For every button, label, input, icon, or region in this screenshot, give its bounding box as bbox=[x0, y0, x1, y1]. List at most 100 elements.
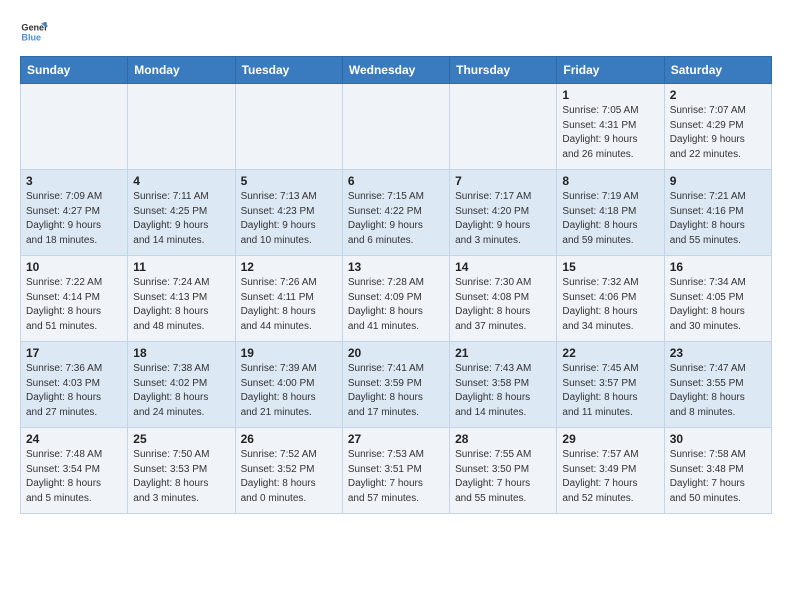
calendar-cell: 4 Sunrise: 7:11 AM Sunset: 4:25 PM Daylig… bbox=[128, 170, 235, 256]
day-info: Sunrise: 7:45 AM Sunset: 3:57 PM Dayligh… bbox=[562, 362, 658, 420]
calendar-cell: 30Sunrise: 7:58 AM Sunset: 3:48 PM Dayli… bbox=[664, 428, 771, 514]
calendar-cell: 1 Sunrise: 7:05 AM Sunset: 4:31 PM Daylig… bbox=[557, 84, 664, 170]
day-number: 28 bbox=[455, 432, 551, 446]
day-info: Sunrise: 7:57 AM Sunset: 3:49 PM Dayligh… bbox=[562, 448, 658, 506]
calendar-cell: 18 Sunrise: 7:38 AM Sunset: 4:02 PM Dayli… bbox=[128, 342, 235, 428]
calendar-cell: 16 Sunrise: 7:34 AM Sunset: 4:05 PM Dayli… bbox=[664, 256, 771, 342]
day-info: Sunrise: 7:21 AM Sunset: 4:16 PM Dayligh… bbox=[670, 190, 766, 248]
day-info: Sunrise: 7:34 AM Sunset: 4:05 PM Dayligh… bbox=[670, 276, 766, 334]
calendar-cell: 21Sunrise: 7:43 AM Sunset: 3:58 PM Dayli… bbox=[450, 342, 557, 428]
day-info: Sunrise: 7:13 AM Sunset: 4:23 PM Dayligh… bbox=[241, 190, 337, 248]
day-number: 16 bbox=[670, 260, 766, 274]
calendar-cell: 5 Sunrise: 7:13 AM Sunset: 4:23 PM Daylig… bbox=[235, 170, 342, 256]
day-number: 3 bbox=[26, 174, 122, 188]
col-header-monday: Monday bbox=[128, 57, 235, 84]
calendar-cell: 28 Sunrise: 7:55 AM Sunset: 3:50 PM Dayli… bbox=[450, 428, 557, 514]
week-row-1: 1 Sunrise: 7:05 AM Sunset: 4:31 PM Daylig… bbox=[21, 84, 772, 170]
col-header-thursday: Thursday bbox=[450, 57, 557, 84]
day-number: 13 bbox=[348, 260, 444, 274]
calendar-cell: 11 Sunrise: 7:24 AM Sunset: 4:13 PM Dayli… bbox=[128, 256, 235, 342]
day-info: Sunrise: 7:36 AM Sunset: 4:03 PM Dayligh… bbox=[26, 362, 122, 420]
day-number: 6 bbox=[348, 174, 444, 188]
day-info: Sunrise: 7:52 AM Sunset: 3:52 PM Dayligh… bbox=[241, 448, 337, 506]
calendar-cell: 2 Sunrise: 7:07 AM Sunset: 4:29 PM Daylig… bbox=[664, 84, 771, 170]
day-number: 10 bbox=[26, 260, 122, 274]
calendar-cell: 24 Sunrise: 7:48 AM Sunset: 3:54 PM Dayli… bbox=[21, 428, 128, 514]
calendar-cell: 22 Sunrise: 7:45 AM Sunset: 3:57 PM Dayli… bbox=[557, 342, 664, 428]
calendar-cell: 12 Sunrise: 7:26 AM Sunset: 4:11 PM Dayli… bbox=[235, 256, 342, 342]
day-number: 22 bbox=[562, 346, 658, 360]
day-number: 30 bbox=[670, 432, 766, 446]
col-header-sunday: Sunday bbox=[21, 57, 128, 84]
calendar-cell: 25 Sunrise: 7:50 AM Sunset: 3:53 PM Dayli… bbox=[128, 428, 235, 514]
day-info: Sunrise: 7:48 AM Sunset: 3:54 PM Dayligh… bbox=[26, 448, 122, 506]
day-number: 25 bbox=[133, 432, 229, 446]
col-header-friday: Friday bbox=[557, 57, 664, 84]
day-number: 9 bbox=[670, 174, 766, 188]
calendar-cell: 26 Sunrise: 7:52 AM Sunset: 3:52 PM Dayli… bbox=[235, 428, 342, 514]
day-info: Sunrise: 7:07 AM Sunset: 4:29 PM Dayligh… bbox=[670, 104, 766, 162]
day-info: Sunrise: 7:39 AM Sunset: 4:00 PM Dayligh… bbox=[241, 362, 337, 420]
day-number: 17 bbox=[26, 346, 122, 360]
col-header-wednesday: Wednesday bbox=[342, 57, 449, 84]
day-info: Sunrise: 7:26 AM Sunset: 4:11 PM Dayligh… bbox=[241, 276, 337, 334]
day-number: 18 bbox=[133, 346, 229, 360]
day-info: Sunrise: 7:55 AM Sunset: 3:50 PM Dayligh… bbox=[455, 448, 551, 506]
day-info: Sunrise: 7:05 AM Sunset: 4:31 PM Dayligh… bbox=[562, 104, 658, 162]
day-number: 23 bbox=[670, 346, 766, 360]
calendar-cell: 13 Sunrise: 7:28 AM Sunset: 4:09 PM Dayli… bbox=[342, 256, 449, 342]
calendar-cell bbox=[21, 84, 128, 170]
calendar-cell bbox=[342, 84, 449, 170]
logo-icon: General Blue bbox=[20, 18, 48, 46]
day-info: Sunrise: 7:47 AM Sunset: 3:55 PM Dayligh… bbox=[670, 362, 766, 420]
header-row: SundayMondayTuesdayWednesdayThursdayFrid… bbox=[21, 57, 772, 84]
calendar-cell bbox=[450, 84, 557, 170]
day-number: 26 bbox=[241, 432, 337, 446]
calendar-cell: 8Sunrise: 7:19 AM Sunset: 4:18 PM Daylig… bbox=[557, 170, 664, 256]
day-info: Sunrise: 7:22 AM Sunset: 4:14 PM Dayligh… bbox=[26, 276, 122, 334]
day-info: Sunrise: 7:50 AM Sunset: 3:53 PM Dayligh… bbox=[133, 448, 229, 506]
col-header-tuesday: Tuesday bbox=[235, 57, 342, 84]
day-number: 27 bbox=[348, 432, 444, 446]
day-info: Sunrise: 7:11 AM Sunset: 4:25 PM Dayligh… bbox=[133, 190, 229, 248]
calendar-cell bbox=[128, 84, 235, 170]
day-info: Sunrise: 7:38 AM Sunset: 4:02 PM Dayligh… bbox=[133, 362, 229, 420]
day-number: 20 bbox=[348, 346, 444, 360]
day-number: 21 bbox=[455, 346, 551, 360]
logo: General Blue bbox=[20, 18, 52, 46]
day-info: Sunrise: 7:32 AM Sunset: 4:06 PM Dayligh… bbox=[562, 276, 658, 334]
calendar-cell: 6 Sunrise: 7:15 AM Sunset: 4:22 PM Daylig… bbox=[342, 170, 449, 256]
day-number: 5 bbox=[241, 174, 337, 188]
calendar-cell: 19Sunrise: 7:39 AM Sunset: 4:00 PM Dayli… bbox=[235, 342, 342, 428]
calendar-table: SundayMondayTuesdayWednesdayThursdayFrid… bbox=[20, 56, 772, 514]
day-number: 2 bbox=[670, 88, 766, 102]
day-number: 7 bbox=[455, 174, 551, 188]
calendar-cell: 15Sunrise: 7:32 AM Sunset: 4:06 PM Dayli… bbox=[557, 256, 664, 342]
day-number: 29 bbox=[562, 432, 658, 446]
calendar-cell: 9 Sunrise: 7:21 AM Sunset: 4:16 PM Daylig… bbox=[664, 170, 771, 256]
day-info: Sunrise: 7:41 AM Sunset: 3:59 PM Dayligh… bbox=[348, 362, 444, 420]
calendar-cell: 3 Sunrise: 7:09 AM Sunset: 4:27 PM Daylig… bbox=[21, 170, 128, 256]
calendar-cell: 7Sunrise: 7:17 AM Sunset: 4:20 PM Daylig… bbox=[450, 170, 557, 256]
day-number: 11 bbox=[133, 260, 229, 274]
day-number: 24 bbox=[26, 432, 122, 446]
day-info: Sunrise: 7:30 AM Sunset: 4:08 PM Dayligh… bbox=[455, 276, 551, 334]
day-info: Sunrise: 7:15 AM Sunset: 4:22 PM Dayligh… bbox=[348, 190, 444, 248]
week-row-2: 3 Sunrise: 7:09 AM Sunset: 4:27 PM Daylig… bbox=[21, 170, 772, 256]
calendar-cell: 14Sunrise: 7:30 AM Sunset: 4:08 PM Dayli… bbox=[450, 256, 557, 342]
day-info: Sunrise: 7:53 AM Sunset: 3:51 PM Dayligh… bbox=[348, 448, 444, 506]
col-header-saturday: Saturday bbox=[664, 57, 771, 84]
svg-text:Blue: Blue bbox=[21, 32, 41, 42]
day-info: Sunrise: 7:28 AM Sunset: 4:09 PM Dayligh… bbox=[348, 276, 444, 334]
calendar-cell: 23 Sunrise: 7:47 AM Sunset: 3:55 PM Dayli… bbox=[664, 342, 771, 428]
day-number: 8 bbox=[562, 174, 658, 188]
calendar-cell: 17 Sunrise: 7:36 AM Sunset: 4:03 PM Dayli… bbox=[21, 342, 128, 428]
week-row-4: 17 Sunrise: 7:36 AM Sunset: 4:03 PM Dayli… bbox=[21, 342, 772, 428]
day-number: 1 bbox=[562, 88, 658, 102]
day-info: Sunrise: 7:24 AM Sunset: 4:13 PM Dayligh… bbox=[133, 276, 229, 334]
day-info: Sunrise: 7:09 AM Sunset: 4:27 PM Dayligh… bbox=[26, 190, 122, 248]
header: General Blue bbox=[20, 18, 772, 46]
day-number: 4 bbox=[133, 174, 229, 188]
calendar-cell: 10 Sunrise: 7:22 AM Sunset: 4:14 PM Dayli… bbox=[21, 256, 128, 342]
day-number: 12 bbox=[241, 260, 337, 274]
